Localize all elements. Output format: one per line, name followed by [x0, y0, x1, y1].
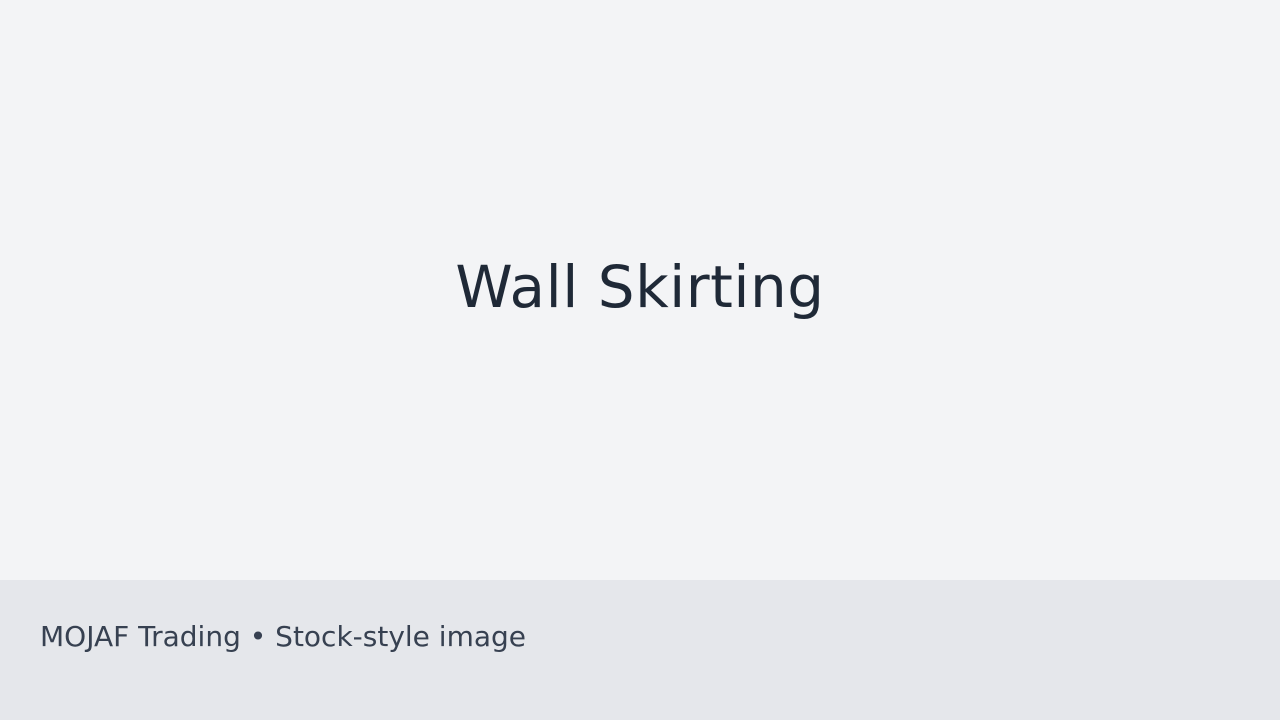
image-title: Wall Skirting: [455, 253, 825, 321]
image-area: Wall Skirting: [0, 0, 1280, 580]
image-caption: MOJAF Trading • Stock-style image: [40, 620, 527, 653]
placeholder-image: Wall Skirting MOJAF Trading • Stock-styl…: [0, 0, 1280, 720]
caption-bar: MOJAF Trading • Stock-style image: [0, 580, 1280, 720]
